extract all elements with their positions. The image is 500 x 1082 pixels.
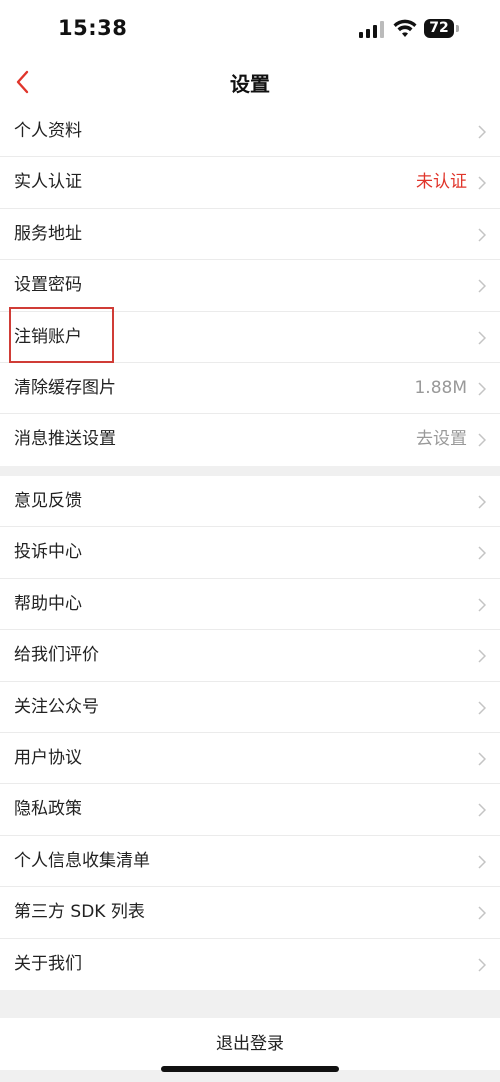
- settings-row-third-party-sdk-list[interactable]: 第三方 SDK 列表: [0, 887, 500, 939]
- row-label: 个人资料: [14, 121, 82, 141]
- push-setting-action: 去设置: [416, 429, 467, 450]
- chevron-right-icon: [478, 546, 486, 560]
- chevron-right-icon: [478, 125, 486, 139]
- settings-row-user-agreement[interactable]: 用户协议: [0, 733, 500, 785]
- row-label: 给我们评价: [14, 645, 99, 666]
- battery-cap: [456, 25, 459, 32]
- settings-row-about-us[interactable]: 关于我们: [0, 939, 500, 990]
- chevron-right-icon: [478, 279, 486, 293]
- battery-icon: 72: [424, 19, 454, 38]
- row-label: 意见反馈: [14, 491, 82, 511]
- chevron-right-icon: [478, 803, 486, 817]
- chevron-right-icon: [478, 598, 486, 612]
- wifi-icon: [393, 19, 417, 37]
- status-bar: 15:38 72: [0, 0, 500, 58]
- row-label: 关于我们: [14, 953, 82, 974]
- settings-row-help-center[interactable]: 帮助中心: [0, 579, 500, 631]
- settings-row-follow-official-account[interactable]: 关注公众号: [0, 682, 500, 733]
- chevron-right-icon: [478, 495, 486, 509]
- nav-bar: 设置: [0, 58, 500, 107]
- chevron-right-icon: [478, 331, 486, 345]
- row-label: 个人信息收集清单: [14, 850, 150, 871]
- settings-row-set-password[interactable]: 设置密码: [0, 260, 500, 312]
- chevron-right-icon: [478, 855, 486, 869]
- chevron-right-icon: [478, 228, 486, 242]
- settings-row-rate-us[interactable]: 给我们评价: [0, 630, 500, 682]
- settings-row-service-address[interactable]: 服务地址: [0, 209, 500, 261]
- row-label: 隐私政策: [14, 799, 82, 820]
- settings-row-privacy-policy[interactable]: 隐私政策: [0, 784, 500, 836]
- settings-group-support: 意见反馈 投诉中心 帮助中心 给我们评价 关注公众号 用户协议 隐私政策 个人信…: [0, 476, 500, 990]
- chevron-right-icon: [478, 649, 486, 663]
- chevron-right-icon: [478, 957, 486, 972]
- logout-button[interactable]: 退出登录: [0, 1018, 500, 1070]
- chevron-right-icon: [478, 382, 486, 396]
- settings-row-complaint-center[interactable]: 投诉中心: [0, 527, 500, 579]
- chevron-right-icon: [478, 176, 486, 190]
- chevron-right-icon: [478, 906, 486, 920]
- row-label: 用户协议: [14, 747, 82, 768]
- settings-row-profile[interactable]: 个人资料: [0, 106, 500, 158]
- settings-row-real-name-verification[interactable]: 实人认证 未认证: [0, 157, 500, 209]
- row-label: 关注公众号: [14, 696, 99, 717]
- chevron-right-icon: [478, 433, 486, 447]
- row-label: 清除缓存图片: [14, 377, 116, 398]
- settings-row-push-notification[interactable]: 消息推送设置 去设置: [0, 414, 500, 465]
- row-label: 服务地址: [14, 223, 82, 244]
- row-label: 消息推送设置: [14, 429, 116, 450]
- settings-row-clear-image-cache[interactable]: 清除缓存图片 1.88M: [0, 363, 500, 415]
- chevron-right-icon: [478, 752, 486, 766]
- row-label: 实人认证: [14, 172, 82, 193]
- settings-row-personal-info-list[interactable]: 个人信息收集清单: [0, 836, 500, 888]
- row-label: 设置密码: [14, 275, 82, 296]
- settings-row-feedback[interactable]: 意见反馈: [0, 476, 500, 528]
- chevron-right-icon: [478, 701, 486, 715]
- row-label: 帮助中心: [14, 593, 82, 614]
- cellular-signal-icon: [359, 21, 385, 38]
- row-label: 投诉中心: [14, 542, 82, 563]
- battery-level: 72: [429, 20, 449, 36]
- cache-size: 1.88M: [414, 377, 467, 398]
- row-label: 第三方 SDK 列表: [14, 902, 145, 923]
- page-title: 设置: [230, 72, 270, 96]
- status-time: 15:38: [58, 16, 128, 40]
- settings-group-account: 个人资料 实人认证 未认证 服务地址 设置密码 注销账户 清除缓存图片 1.88…: [0, 106, 500, 466]
- verification-status: 未认证: [416, 172, 467, 193]
- home-indicator: [161, 1066, 339, 1072]
- highlight-annotation-box: [9, 307, 114, 363]
